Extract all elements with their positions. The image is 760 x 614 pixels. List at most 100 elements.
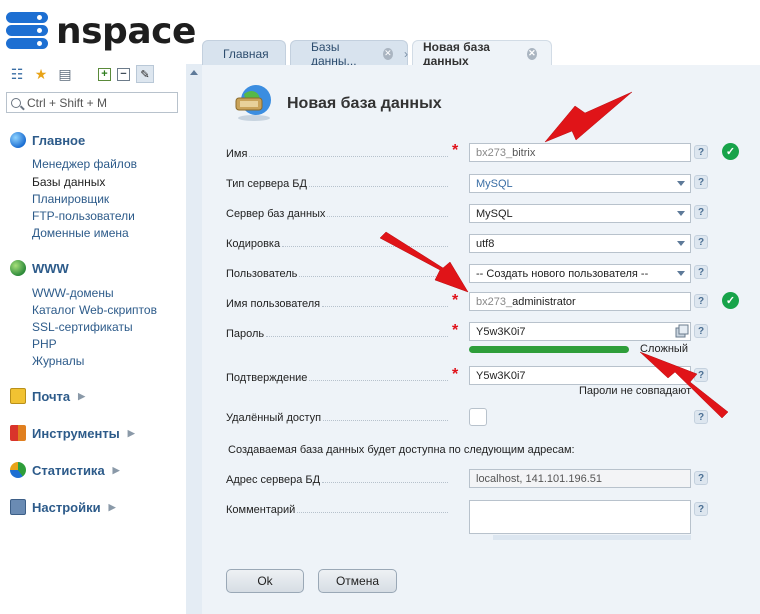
name-field[interactable]: bx273_ bitrix <box>469 143 691 162</box>
chevron-down-icon <box>674 267 688 280</box>
brand-name: nspace <box>56 10 196 52</box>
chevron-down-icon <box>674 207 688 220</box>
tab-label: Главная <box>223 46 269 61</box>
logo-icon <box>6 12 48 50</box>
required-icon: * <box>452 322 459 339</box>
field-label-user: Пользователь <box>226 268 448 280</box>
chevron-right-icon: ▶ <box>127 427 135 438</box>
help-icon[interactable]: ? <box>694 175 708 189</box>
sidebar-item-ssl[interactable]: SSL-сертификаты <box>32 320 133 334</box>
cancel-button[interactable]: Отмена <box>318 569 397 593</box>
server-type-select[interactable]: MySQL <box>469 174 691 193</box>
tab-bar: Главная Базы данны... ✕ Новая база данны… <box>202 39 556 68</box>
textarea-resize-strip <box>493 535 691 540</box>
help-icon[interactable]: ? <box>694 368 708 382</box>
chevron-down-icon <box>674 177 688 190</box>
tab-label: Базы данны... <box>311 39 357 68</box>
help-icon[interactable]: ? <box>694 324 708 338</box>
generate-password-icon[interactable] <box>675 324 689 338</box>
close-icon[interactable]: ✕ <box>382 47 393 60</box>
sidebar-item-php[interactable]: PHP <box>32 337 57 351</box>
tab-label: Новая база данных <box>423 39 490 68</box>
field-label-name: Имя <box>226 148 448 160</box>
chevron-right-icon: ▶ <box>108 501 116 512</box>
tab-databases[interactable]: Базы данны... ✕ <box>290 39 408 68</box>
tab-new-database[interactable]: Новая база данных ✕ <box>412 39 552 68</box>
help-icon[interactable]: ? <box>694 502 708 516</box>
chevron-right-icon: › <box>404 47 408 61</box>
field-label-remote: Удалённый доступ <box>226 412 448 424</box>
sidebar-section-main[interactable]: Главное <box>10 132 85 148</box>
user-select[interactable]: -- Создать нового пользователя -- <box>469 264 691 283</box>
close-icon[interactable]: ✕ <box>526 47 537 60</box>
db-server-select[interactable]: MySQL <box>469 204 691 223</box>
sidebar-section-tools[interactable]: Инструменты ▶ <box>10 425 135 441</box>
field-label-comment: Комментарий <box>226 504 448 516</box>
section-label: WWW <box>32 260 69 276</box>
sidebar-item-file-manager[interactable]: Менеджер файлов <box>32 157 137 171</box>
sidebar-item-databases[interactable]: Базы данных <box>32 175 105 189</box>
required-icon: * <box>452 292 459 309</box>
section-label: Инструменты <box>32 425 120 441</box>
password-strength-label: Сложный <box>640 343 688 355</box>
address-info-text: Создаваемая база данных будет доступна п… <box>228 444 575 456</box>
password-mismatch-message: Пароли не совпадают <box>579 385 692 397</box>
database-globe-icon <box>235 85 271 121</box>
sidebar-item-domains[interactable]: Доменные имена <box>32 226 129 240</box>
clipboard-icon[interactable]: ▤ <box>56 65 74 83</box>
required-icon: * <box>452 142 459 159</box>
sidebar-section-mail[interactable]: Почта ▶ <box>10 388 85 404</box>
sidebar-section-stats[interactable]: Статистика ▶ <box>10 462 120 478</box>
sidebar-item-www-domains[interactable]: WWW-домены <box>32 286 114 300</box>
star-icon[interactable]: ★ <box>32 65 50 83</box>
chevron-right-icon: ▶ <box>112 464 120 475</box>
required-icon: * <box>452 366 459 383</box>
sidebar-item-web-scripts[interactable]: Каталог Web-скриптов <box>32 303 157 317</box>
globe-icon <box>10 132 26 148</box>
sidebar-item-logs[interactable]: Журналы <box>32 354 84 368</box>
help-icon[interactable]: ? <box>694 471 708 485</box>
expand-icon[interactable]: + <box>98 67 111 81</box>
sidebar-splitter[interactable] <box>186 64 202 614</box>
brand-logo[interactable]: nspace <box>6 10 196 52</box>
confirm-password-field[interactable]: Y5w3K0i7 <box>469 366 691 385</box>
chevron-down-icon <box>674 237 688 250</box>
search-box <box>6 92 178 113</box>
globe-icon <box>10 260 26 276</box>
page-title: Новая база данных <box>287 95 442 112</box>
comment-textarea[interactable] <box>469 500 691 534</box>
search-icon <box>11 97 21 108</box>
help-icon[interactable]: ? <box>694 235 708 249</box>
section-label: Настройки <box>32 499 101 515</box>
sidebar-section-settings[interactable]: Настройки ▶ <box>10 499 116 515</box>
password-strength-bar <box>469 346 629 353</box>
help-icon[interactable]: ? <box>694 205 708 219</box>
password-field[interactable]: Y5w3K0i7 <box>469 322 691 341</box>
ok-button[interactable]: Ok <box>226 569 304 593</box>
search-input[interactable] <box>25 94 165 111</box>
field-label-username: Имя пользователя <box>226 298 448 310</box>
scroll-up-icon[interactable] <box>190 70 198 75</box>
charset-select[interactable]: utf8 <box>469 234 691 253</box>
help-icon[interactable]: ? <box>694 294 708 308</box>
sidebar-item-ftp-users[interactable]: FTP-пользователи <box>32 209 135 223</box>
help-icon[interactable]: ? <box>694 265 708 279</box>
tree-icon[interactable]: ☷ <box>8 65 26 83</box>
help-icon[interactable]: ? <box>694 410 708 424</box>
tools-icon <box>10 425 26 441</box>
remote-access-checkbox[interactable] <box>469 408 487 426</box>
sidebar-item-scheduler[interactable]: Планировщик <box>32 192 109 206</box>
sidebar-section-www[interactable]: WWW <box>10 260 69 276</box>
db-address-field: localhost, 141.101.196.51 <box>469 469 691 488</box>
help-icon[interactable]: ? <box>694 145 708 159</box>
mail-icon <box>10 388 26 404</box>
sidebar-toolbar: ☷ ★ ▤ + − ✎ <box>8 64 154 84</box>
username-field[interactable]: bx273_ administrator <box>469 292 691 311</box>
chevron-right-icon: ▶ <box>78 390 86 401</box>
chart-icon <box>10 462 26 478</box>
collapse-icon[interactable]: − <box>117 67 130 81</box>
field-label-db-server: Сервер баз данных <box>226 208 448 220</box>
tab-home[interactable]: Главная <box>202 40 286 66</box>
pin-icon[interactable]: ✎ <box>136 65 154 83</box>
valid-check-icon: ✓ <box>722 292 739 309</box>
